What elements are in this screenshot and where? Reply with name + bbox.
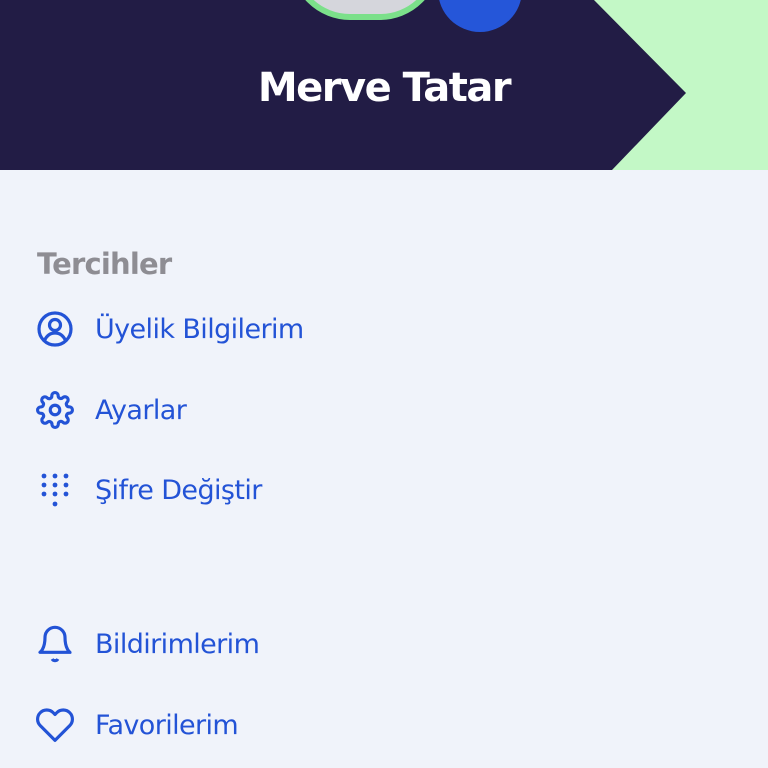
camera-icon bbox=[452, 0, 508, 2]
gear-icon bbox=[34, 389, 76, 431]
menu-item-label: Üyelik Bilgilerim bbox=[95, 313, 304, 345]
menu-item-label: Şifre Değiştir bbox=[95, 474, 262, 506]
menu-item-favorites[interactable]: Favorilerim bbox=[34, 701, 239, 749]
menu-item-change-password[interactable]: Şifre Değiştir bbox=[34, 466, 262, 514]
menu-item-label: Ayarlar bbox=[95, 394, 187, 426]
menu-item-notifications[interactable]: Bildirimlerim bbox=[34, 620, 260, 668]
preferences-section-title: Tercihler bbox=[37, 247, 172, 281]
menu-item-label: Favorilerim bbox=[95, 709, 239, 741]
menu-item-membership-info[interactable]: Üyelik Bilgilerim bbox=[34, 305, 304, 353]
heart-icon bbox=[34, 704, 76, 746]
menu-item-settings[interactable]: Ayarlar bbox=[34, 386, 187, 434]
user-circle-icon bbox=[34, 308, 76, 350]
menu-item-label: Bildirimlerim bbox=[95, 628, 260, 660]
profile-header: Merve Tatar bbox=[0, 0, 768, 170]
keypad-icon bbox=[34, 469, 76, 511]
bell-icon bbox=[34, 623, 76, 665]
profile-name: Merve Tatar bbox=[257, 65, 512, 111]
